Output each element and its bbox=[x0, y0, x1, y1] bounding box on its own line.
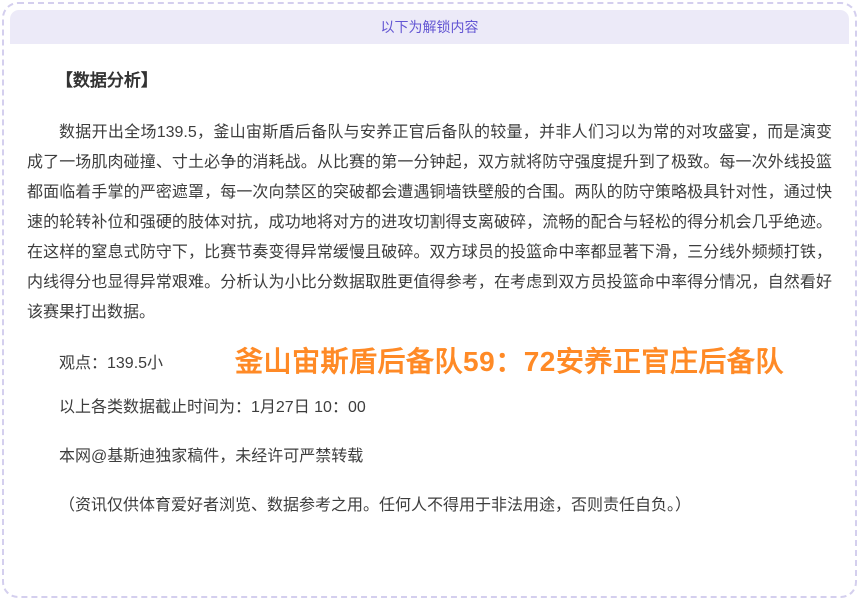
viewpoint-row: 观点：139.5小 釜山宙斯盾后备队59：72安养正官庄后备队 bbox=[27, 347, 832, 379]
page: 以下为解锁内容 【数据分析】 数据开出全场139.5，釜山宙斯盾后备队与安养正官… bbox=[0, 0, 859, 600]
unlocked-content-banner-label: 以下为解锁内容 bbox=[381, 19, 479, 35]
analysis-paragraph: 数据开出全场139.5，釜山宙斯盾后备队与安养正官后备队的较量，并非人们习以为常… bbox=[27, 118, 832, 328]
viewpoint-label: 观点：139.5小 bbox=[59, 355, 163, 372]
prediction-score: 釜山宙斯盾后备队59：72安养正官庄后备队 bbox=[235, 346, 784, 377]
unlocked-content-banner: 以下为解锁内容 bbox=[10, 10, 849, 44]
data-cutoff-line: 以上各类数据截止时间为：1月27日 10：00 bbox=[27, 393, 832, 423]
section-title-data-analysis: 【数据分析】 bbox=[27, 70, 832, 92]
copyright-line: 本网@基斯迪独家稿件，未经许可严禁转载 bbox=[27, 442, 832, 472]
disclaimer-line: （资讯仅供体育爱好者浏览、数据参考之用。任何人不得用于非法用途，否则责任自负。） bbox=[27, 491, 832, 521]
article-content: 【数据分析】 数据开出全场139.5，釜山宙斯盾后备队与安养正官后备队的较量，并… bbox=[10, 44, 849, 521]
dashed-content-frame: 以下为解锁内容 【数据分析】 数据开出全场139.5，釜山宙斯盾后备队与安养正官… bbox=[2, 2, 857, 598]
